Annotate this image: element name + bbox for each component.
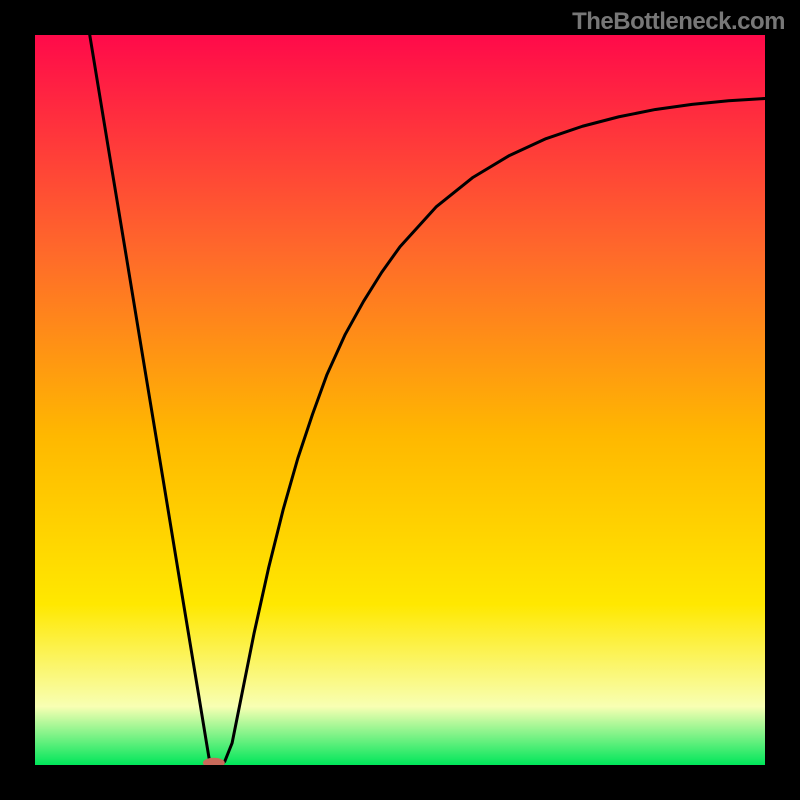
gradient-background bbox=[35, 35, 765, 765]
bottleneck-chart bbox=[35, 35, 765, 765]
plot-area bbox=[35, 35, 765, 765]
watermark-text: TheBottleneck.com bbox=[572, 8, 785, 36]
chart-frame: TheBottleneck.com bbox=[0, 0, 800, 800]
